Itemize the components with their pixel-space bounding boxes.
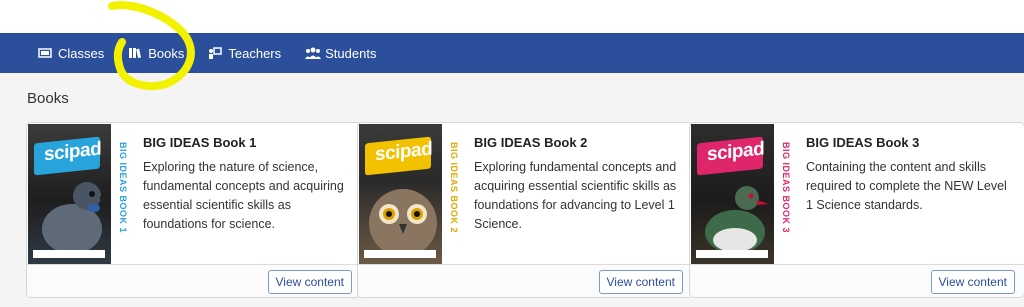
cover-spine: BIG IDEAS BOOK 3 bbox=[774, 124, 794, 264]
card-footer: View content bbox=[690, 264, 1024, 297]
book-title: BIG IDEAS Book 3 bbox=[806, 135, 920, 150]
nav-item-students[interactable]: Students bbox=[305, 33, 376, 73]
book-card: scipad BIG IDEAS BOOK 1 BIG IDEAS Book 1… bbox=[26, 122, 362, 298]
pigeon-illustration bbox=[705, 186, 769, 254]
book-card: scipad BIG IDEAS BOOK 2 BIG IDEAS Book 2… bbox=[357, 122, 693, 298]
bird-illustration bbox=[42, 182, 112, 254]
book-title: BIG IDEAS Book 2 bbox=[474, 135, 588, 150]
students-icon bbox=[305, 47, 322, 59]
book-description: Exploring fundamental concepts and acqui… bbox=[474, 160, 677, 231]
view-content-button[interactable]: View content bbox=[930, 270, 1015, 294]
nav-label: Teachers bbox=[228, 45, 282, 61]
main-content: Books scipad BIG IDEAS BOOK 1 BIG IDEAS … bbox=[0, 73, 1024, 307]
top-bar bbox=[0, 0, 1024, 33]
scipad-logo: scipad bbox=[365, 136, 432, 176]
cover-barcode-strip bbox=[696, 250, 768, 258]
book-cover-image[interactable]: scipad BIG IDEAS BOOK 1 bbox=[28, 124, 131, 264]
nav-label: Students bbox=[325, 45, 377, 61]
cover-barcode-strip bbox=[364, 250, 436, 258]
book-cover-image[interactable]: scipad BIG IDEAS BOOK 2 bbox=[359, 124, 462, 264]
nav-item-books[interactable]: Books bbox=[128, 33, 184, 73]
card-footer: View content bbox=[358, 264, 692, 297]
book-details: BIG IDEAS Book 1 Exploring the nature of… bbox=[143, 135, 353, 234]
book-description: Exploring the nature of science, fundame… bbox=[143, 160, 344, 231]
scipad-logo: scipad bbox=[697, 136, 764, 176]
scipad-logo: scipad bbox=[34, 136, 101, 176]
view-content-button[interactable]: View content bbox=[598, 270, 683, 294]
card-footer: View content bbox=[27, 264, 361, 297]
owl-illustration bbox=[369, 189, 437, 257]
book-cover-image[interactable]: scipad BIG IDEAS BOOK 3 bbox=[691, 124, 794, 264]
book-title: BIG IDEAS Book 1 bbox=[143, 135, 257, 150]
book-card: scipad BIG IDEAS BOOK 3 BIG IDEAS Book 3… bbox=[689, 122, 1024, 298]
teachers-icon bbox=[208, 47, 223, 59]
nav-item-teachers[interactable]: Teachers bbox=[208, 33, 281, 73]
page-title: Books bbox=[27, 90, 69, 107]
main-nav: Classes Books Teachers Students bbox=[0, 33, 1024, 73]
cover-spine: BIG IDEAS BOOK 1 bbox=[111, 124, 131, 264]
book-description: Containing the content and skills requir… bbox=[806, 160, 1007, 212]
cover-barcode-strip bbox=[33, 250, 105, 258]
nav-label: Classes bbox=[58, 45, 105, 61]
cover-spine: BIG IDEAS BOOK 2 bbox=[442, 124, 462, 264]
classes-icon bbox=[38, 47, 52, 59]
book-details: BIG IDEAS Book 2 Exploring fundamental c… bbox=[474, 135, 684, 234]
nav-label: Books bbox=[148, 45, 185, 61]
books-icon bbox=[128, 47, 142, 59]
book-details: BIG IDEAS Book 3 Containing the content … bbox=[806, 135, 1016, 215]
view-content-button[interactable]: View content bbox=[267, 270, 352, 294]
nav-item-classes[interactable]: Classes bbox=[38, 33, 104, 73]
